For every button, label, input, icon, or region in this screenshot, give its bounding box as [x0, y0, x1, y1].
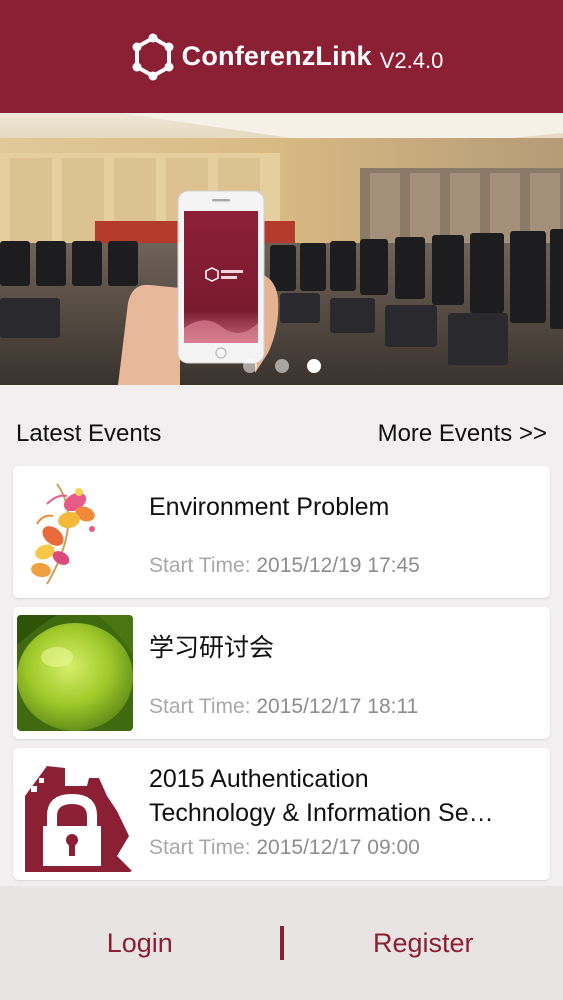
banner-image — [0, 113, 563, 385]
carousel-dot[interactable] — [274, 359, 289, 373]
start-time-label: Start Time: — [149, 695, 251, 718]
event-title-line1: 2015 Authentication — [149, 765, 369, 793]
event-title: 2015 Authentication Technology & Informa… — [149, 762, 550, 830]
carousel-dot[interactable] — [242, 359, 257, 373]
event-start-time: Start Time: 2015/12/19 17:45 — [149, 554, 420, 578]
carousel-dot-active[interactable] — [306, 359, 321, 373]
event-title-line2: Technology & Information Se… — [149, 799, 494, 827]
event-card[interactable]: 2015 Authentication Technology & Informa… — [13, 748, 550, 880]
event-start-time: Start Time: 2015/12/17 09:00 — [149, 836, 420, 860]
auth-bar: Login Register — [0, 886, 563, 1000]
banner-carousel[interactable] — [0, 113, 563, 385]
event-info: 2015 Authentication Technology & Informa… — [149, 756, 550, 872]
event-card[interactable]: 学习研讨会 Start Time: 2015/12/17 18:11 — [13, 607, 550, 739]
flower-thumbnail — [17, 474, 133, 590]
more-events-link[interactable]: More Events >> — [378, 420, 547, 448]
brand: ConferenzLink V2.4.0 — [128, 32, 444, 82]
start-time-label: Start Time: — [149, 554, 251, 577]
brand-name: ConferenzLink — [181, 41, 372, 71]
login-button[interactable]: Login — [0, 928, 280, 959]
app-version: V2.4.0 — [379, 47, 444, 73]
carousel-indicator — [0, 359, 563, 373]
event-start-time: Start Time: 2015/12/17 18:11 — [149, 695, 418, 719]
logo-icon — [132, 33, 174, 80]
event-card[interactable]: Environment Problem Start Time: 2015/12/… — [13, 466, 550, 598]
event-info: 学习研讨会 Start Time: 2015/12/17 18:11 — [149, 615, 550, 731]
start-time-value: 2015/12/19 17:45 — [256, 554, 420, 577]
event-title: 学习研讨会 — [149, 633, 275, 662]
padlock-thumbnail — [17, 756, 133, 872]
fruit-thumbnail — [17, 615, 133, 731]
app-header: ConferenzLink V2.4.0 — [0, 0, 563, 113]
event-info: Environment Problem Start Time: 2015/12/… — [149, 474, 550, 590]
latest-events-header: Latest Events More Events >> — [0, 412, 563, 456]
section-title: Latest Events — [16, 420, 162, 447]
start-time-value: 2015/12/17 18:11 — [256, 695, 419, 718]
start-time-value: 2015/12/17 09:00 — [256, 836, 420, 859]
start-time-label: Start Time: — [149, 836, 251, 859]
register-button[interactable]: Register — [284, 928, 563, 959]
event-title: Environment Problem — [149, 493, 390, 521]
